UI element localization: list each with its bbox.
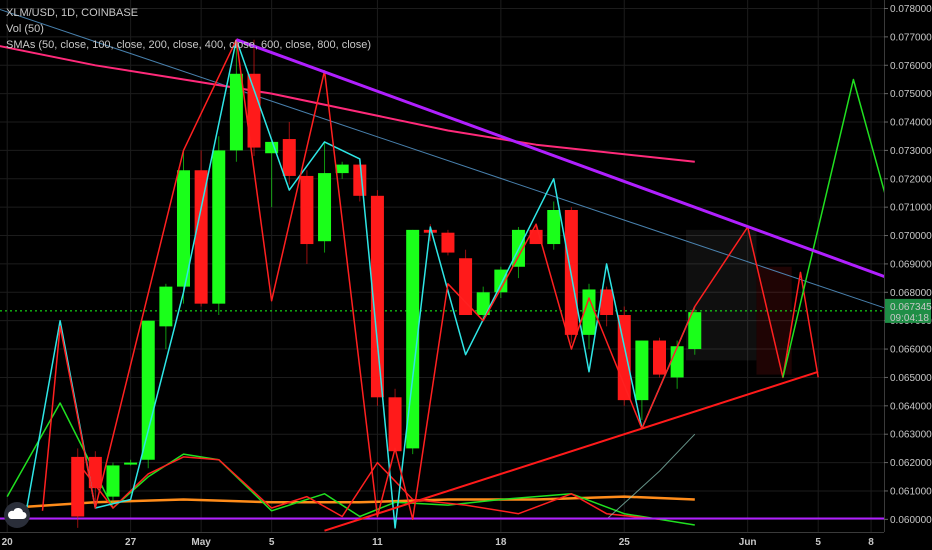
volume-study-label[interactable]: Vol (50) bbox=[6, 21, 371, 37]
time-tick-label: May bbox=[191, 537, 211, 548]
price-tick-label: 0.070000 bbox=[890, 231, 932, 242]
time-axis[interactable]: 20 27 May 5 11 18 25 Jun 5 8 bbox=[0, 532, 884, 550]
candles bbox=[71, 39, 702, 528]
time-tick-label: 5 bbox=[269, 537, 275, 548]
candle-down bbox=[353, 164, 367, 196]
time-tick-label: 25 bbox=[619, 537, 631, 548]
time-tick-label: 5 bbox=[815, 537, 821, 548]
price-tick-label: 0.061000 bbox=[890, 486, 932, 497]
candle-up bbox=[124, 462, 138, 465]
price-tick-label: 0.069000 bbox=[890, 259, 932, 270]
candle-up bbox=[141, 320, 155, 460]
time-tick-label: 11 bbox=[372, 537, 383, 548]
bar-countdown-label: 09:04:18 bbox=[890, 313, 929, 324]
candle-down bbox=[441, 232, 455, 253]
time-tick-label: 8 bbox=[868, 537, 874, 548]
candle-up bbox=[106, 465, 120, 497]
time-tick-label: 20 bbox=[2, 537, 14, 548]
symbol-title[interactable]: XLM/USD, 1D, COINBASE bbox=[6, 5, 371, 21]
price-tick-label: 0.065000 bbox=[890, 373, 932, 384]
time-tick-label: 27 bbox=[125, 537, 137, 548]
candle-up bbox=[335, 164, 349, 174]
candle-up bbox=[547, 209, 561, 245]
price-tick-label: 0.072000 bbox=[890, 174, 932, 185]
price-tick-label: 0.063000 bbox=[890, 430, 932, 441]
sma-study-label[interactable]: SMAs (50, close, 100, close, 200, close,… bbox=[6, 37, 371, 53]
price-tick-label: 0.073000 bbox=[890, 146, 932, 157]
candle-up bbox=[159, 286, 173, 327]
price-axis[interactable]: 0.078000 0.077000 0.076000 0.075000 0.074000… bbox=[884, 0, 932, 550]
price-tags: 0.06734509:04:18 bbox=[885, 298, 932, 324]
candle-down bbox=[282, 139, 296, 176]
price-tick-label: 0.071000 bbox=[890, 203, 932, 214]
time-tick-label: 18 bbox=[495, 537, 507, 548]
time-tick-label: Jun bbox=[739, 537, 757, 548]
price-tick-label: 0.060000 bbox=[890, 515, 932, 526]
price-tick-label: 0.078000 bbox=[890, 4, 932, 15]
candle-down bbox=[300, 175, 314, 245]
trendline-support bbox=[324, 370, 819, 532]
sma-faint-line bbox=[606, 433, 696, 520]
volume-red-line bbox=[77, 456, 660, 521]
price-tick-label: 0.074000 bbox=[890, 118, 932, 129]
tradingview-logo[interactable] bbox=[4, 502, 30, 528]
candle-up bbox=[670, 346, 684, 378]
cloud-icon bbox=[8, 507, 27, 519]
candle-down bbox=[194, 170, 208, 304]
chart-legend: XLM/USD, 1D, COINBASE Vol (50) SMAs (50,… bbox=[6, 5, 371, 53]
candle-up bbox=[635, 340, 649, 401]
current-price-label: 0.067345 bbox=[890, 302, 932, 313]
projection-green-line bbox=[782, 78, 890, 378]
price-tick-label: 0.064000 bbox=[890, 401, 932, 412]
sma-magenta-line bbox=[0, 45, 695, 163]
chart-canvas[interactable]: 0.078000 0.077000 0.076000 0.075000 0.074000… bbox=[0, 0, 932, 550]
candle-down bbox=[71, 456, 85, 517]
candle-up bbox=[229, 73, 243, 151]
price-tick-label: 0.068000 bbox=[890, 288, 932, 299]
price-tick-label: 0.075000 bbox=[890, 89, 932, 100]
candle-up bbox=[318, 173, 332, 242]
price-tick-label: 0.066000 bbox=[890, 345, 932, 356]
candle-up bbox=[212, 150, 226, 304]
price-tick-label: 0.077000 bbox=[890, 32, 932, 43]
price-tick-label: 0.076000 bbox=[890, 61, 932, 72]
price-tick-label: 0.062000 bbox=[890, 458, 932, 469]
candle-down bbox=[388, 397, 402, 452]
volume-green-line bbox=[6, 402, 695, 526]
candle-down bbox=[653, 340, 667, 375]
